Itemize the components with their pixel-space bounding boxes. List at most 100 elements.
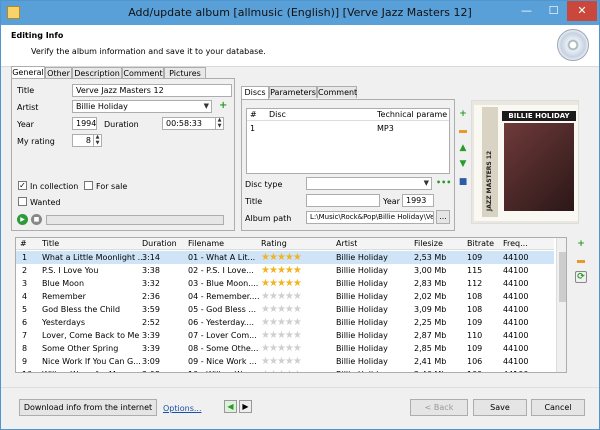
star-icon[interactable]: ★ — [269, 330, 278, 341]
disc-year-field[interactable]: 1993 — [402, 194, 434, 207]
table-row[interactable]: 8 Some Other Spring 3:39 08 - Some Othe... ★… — [16, 342, 554, 355]
star-icon[interactable]: ★ — [285, 265, 294, 276]
col-freq[interactable]: Freq... — [503, 238, 528, 250]
star-icon[interactable]: ★ — [285, 330, 294, 341]
rating-field[interactable]: 8 ▲ ▼ — [72, 134, 102, 147]
arrow-right-icon[interactable]: ▶ — [239, 400, 252, 413]
star-icon[interactable]: ★ — [277, 330, 286, 341]
star-icon[interactable]: ★ — [285, 317, 294, 328]
star-icon[interactable]: ★ — [293, 343, 301, 354]
back-button[interactable]: < Back — [410, 399, 468, 416]
download-info-button[interactable]: Download info from the internet — [19, 399, 157, 416]
duration-spinner[interactable]: ▲ ▼ — [215, 118, 223, 129]
tracks-table[interactable]: # Title Duration Filename Rating Artist … — [15, 237, 567, 373]
star-icon[interactable]: ★ — [277, 291, 286, 302]
col-bitrate[interactable]: Bitrate — [467, 238, 494, 250]
stop-icon[interactable]: ■ — [31, 214, 42, 225]
more-icon[interactable]: ••• — [436, 178, 451, 187]
star-icon[interactable]: ★ — [293, 291, 301, 302]
wanted-checkbox[interactable] — [18, 197, 27, 206]
star-icon[interactable]: ★ — [285, 304, 294, 315]
tab-disc-comment[interactable]: Comment — [317, 86, 357, 98]
star-icon[interactable]: ★ — [277, 356, 286, 367]
star-icon[interactable]: ★ — [277, 369, 286, 372]
table-row[interactable]: 6 Yesterdays 2:52 06 - Yesterday.... ★★★★★ Bi… — [16, 316, 554, 329]
table-row[interactable]: 2 P.S. I Love You 3:38 02 - P.S. I Love... ★… — [16, 264, 554, 277]
star-icon[interactable]: ★ — [277, 265, 286, 276]
disc-type-dropdown[interactable]: ▼ — [306, 177, 432, 190]
star-icon[interactable]: ★ — [285, 278, 294, 289]
close-button[interactable]: ✕ — [567, 1, 597, 21]
star-icon[interactable]: ★ — [261, 330, 270, 341]
disc-title-field[interactable] — [306, 194, 380, 207]
col-duration[interactable]: Duration — [142, 238, 177, 250]
star-icon[interactable]: ★ — [269, 278, 278, 289]
star-icon[interactable]: ★ — [285, 252, 294, 263]
star-icon[interactable]: ★ — [293, 278, 301, 289]
star-icon[interactable]: ★ — [261, 291, 270, 302]
tab-discs[interactable]: Discs — [241, 86, 269, 99]
add-disc-icon[interactable]: + — [458, 109, 468, 119]
star-icon[interactable]: ★ — [285, 369, 294, 372]
rating-spinner[interactable]: ▲ ▼ — [93, 135, 101, 146]
album-path-field[interactable]: L:\Music\Rock&Pop\Billie Holiday\Ver — [306, 211, 434, 224]
in-collection-checkbox[interactable]: ✓ — [18, 181, 27, 190]
table-row[interactable]: 9 Nice Work If You Can G... 3:09 09 - Nice … — [16, 355, 554, 368]
remove-disc-icon[interactable] — [459, 130, 467, 133]
save-disk-icon[interactable]: ■ — [458, 177, 468, 187]
artist-dropdown[interactable]: Billie Holiday ▼ — [72, 100, 212, 113]
for-sale-checkbox[interactable] — [84, 181, 93, 190]
arrow-left-icon[interactable]: ◀ — [224, 400, 237, 413]
col-title[interactable]: Title — [42, 238, 59, 250]
star-icon[interactable]: ★ — [269, 265, 278, 276]
star-icon[interactable]: ★ — [261, 356, 270, 367]
options-link[interactable]: Options... — [163, 404, 202, 413]
star-icon[interactable]: ★ — [277, 343, 286, 354]
star-icon[interactable]: ★ — [261, 278, 270, 289]
star-icon[interactable]: ★ — [261, 265, 270, 276]
col-filename[interactable]: Filename — [188, 238, 224, 250]
star-icon[interactable]: ★ — [277, 252, 286, 263]
table-row[interactable]: 10 Willow Weep for Me 3:08 10 - Willow We..… — [16, 368, 554, 372]
star-icon[interactable]: ★ — [269, 317, 278, 328]
disc-row[interactable]: 1 MP3 — [247, 122, 449, 135]
table-row[interactable]: 5 God Bless the Child 3:59 05 - God Bless .… — [16, 303, 554, 316]
star-icon[interactable]: ★ — [261, 304, 270, 315]
browse-button[interactable]: ... — [436, 210, 450, 224]
cancel-button[interactable]: Cancel — [531, 399, 585, 416]
star-icon[interactable]: ★ — [285, 291, 294, 302]
star-icon[interactable]: ★ — [293, 265, 301, 276]
minimize-button[interactable]: — — [513, 1, 540, 21]
star-icon[interactable]: ★ — [293, 304, 301, 315]
refresh-track-icon[interactable]: ⟳ — [575, 271, 587, 283]
star-icon[interactable]: ★ — [269, 343, 278, 354]
scrollbar-thumb[interactable] — [559, 252, 566, 302]
tab-parameters[interactable]: Parameters — [269, 86, 317, 98]
tracks-scrollbar[interactable] — [556, 238, 566, 372]
star-icon[interactable]: ★ — [293, 330, 301, 341]
arrow-down-icon[interactable]: ▼ — [458, 159, 468, 169]
star-icon[interactable]: ★ — [269, 304, 278, 315]
table-row[interactable]: 4 Remember 2:36 04 - Remember.... ★★★★★ Billi… — [16, 290, 554, 303]
star-icon[interactable]: ★ — [285, 343, 294, 354]
maximize-button[interactable]: ☐ — [540, 1, 567, 21]
col-num[interactable]: # — [20, 238, 27, 250]
duration-field[interactable]: 00:58:33 ▲ ▼ — [162, 117, 224, 130]
table-row[interactable]: 1 What a Little Moonlight ... 3:14 01 - Wha… — [16, 251, 554, 264]
playback-progress[interactable] — [46, 215, 224, 225]
star-icon[interactable]: ★ — [293, 252, 301, 263]
save-button[interactable]: Save — [473, 399, 527, 416]
star-icon[interactable]: ★ — [269, 291, 278, 302]
remove-track-icon[interactable] — [577, 260, 585, 263]
star-icon[interactable]: ★ — [261, 343, 270, 354]
star-icon[interactable]: ★ — [269, 356, 278, 367]
disc-table[interactable]: # Disc Technical paramet... 1 MP3 — [246, 108, 450, 174]
star-icon[interactable]: ★ — [261, 369, 270, 372]
col-filesize[interactable]: Filesize — [414, 238, 443, 250]
star-icon[interactable]: ★ — [269, 252, 278, 263]
col-rating[interactable]: Rating — [261, 238, 287, 250]
year-field[interactable]: 1994 — [72, 117, 97, 130]
star-icon[interactable]: ★ — [269, 369, 278, 372]
star-icon[interactable]: ★ — [293, 317, 301, 328]
table-row[interactable]: 7 Lover, Come Back to Me 3:39 07 - Lover Co… — [16, 329, 554, 342]
